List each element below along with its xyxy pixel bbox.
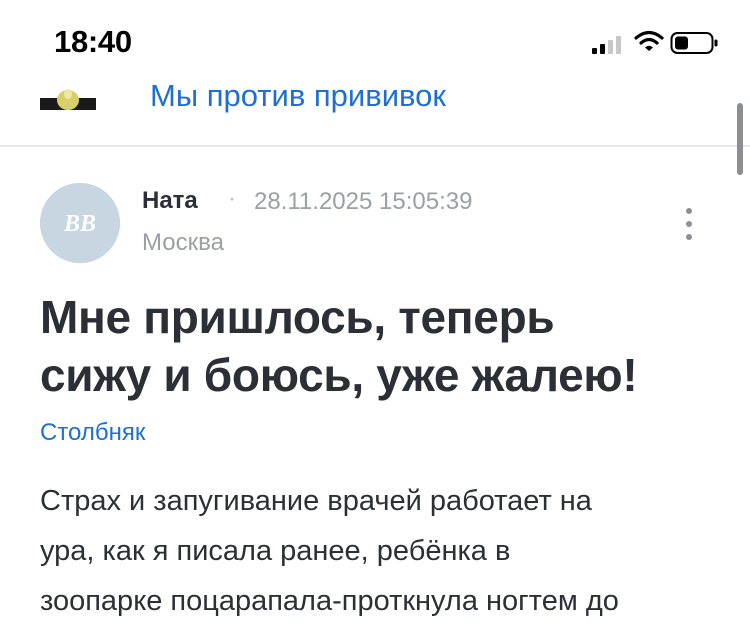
post-title-line: сижу и боюсь, уже жалею! (40, 349, 638, 401)
post-title-line: Мне пришлось, теперь (40, 291, 555, 343)
author-city: Москва (142, 229, 224, 256)
post-title: Мне пришлось, теперь сижу и боюсь, уже ж… (40, 288, 720, 404)
author-name[interactable]: Ната (142, 187, 198, 215)
avatar[interactable]: ВВ (40, 183, 120, 263)
status-time: 18:40 (54, 24, 132, 59)
scrollbar[interactable] (737, 103, 743, 175)
group-title[interactable]: Мы против прививок (150, 78, 446, 114)
group-avatar[interactable] (38, 88, 98, 110)
post-datetime: 28.11.2025 15:05:39 (254, 188, 473, 215)
post-body: Страх и запугивание врачей работает на у… (40, 476, 720, 626)
battery-icon (670, 32, 718, 54)
post-tag-link[interactable]: Столбняк (40, 419, 145, 447)
svg-text:ВВ: ВВ (63, 211, 96, 237)
more-options-icon[interactable] (675, 205, 703, 243)
post-body-line: зоопарке поцарапала-проткнула ногтем до (40, 585, 619, 617)
group-header[interactable]: Мы против прививок (0, 60, 750, 147)
wifi-icon (634, 30, 664, 51)
meta-separator: · (228, 185, 236, 212)
signal-icon (592, 36, 621, 54)
post-body-line: ура, как я писала ранее, ребёнка в (40, 535, 511, 567)
post-body-line: Страх и запугивание врачей работает на (40, 485, 592, 517)
avatar-monogram: ВВ (40, 183, 120, 263)
